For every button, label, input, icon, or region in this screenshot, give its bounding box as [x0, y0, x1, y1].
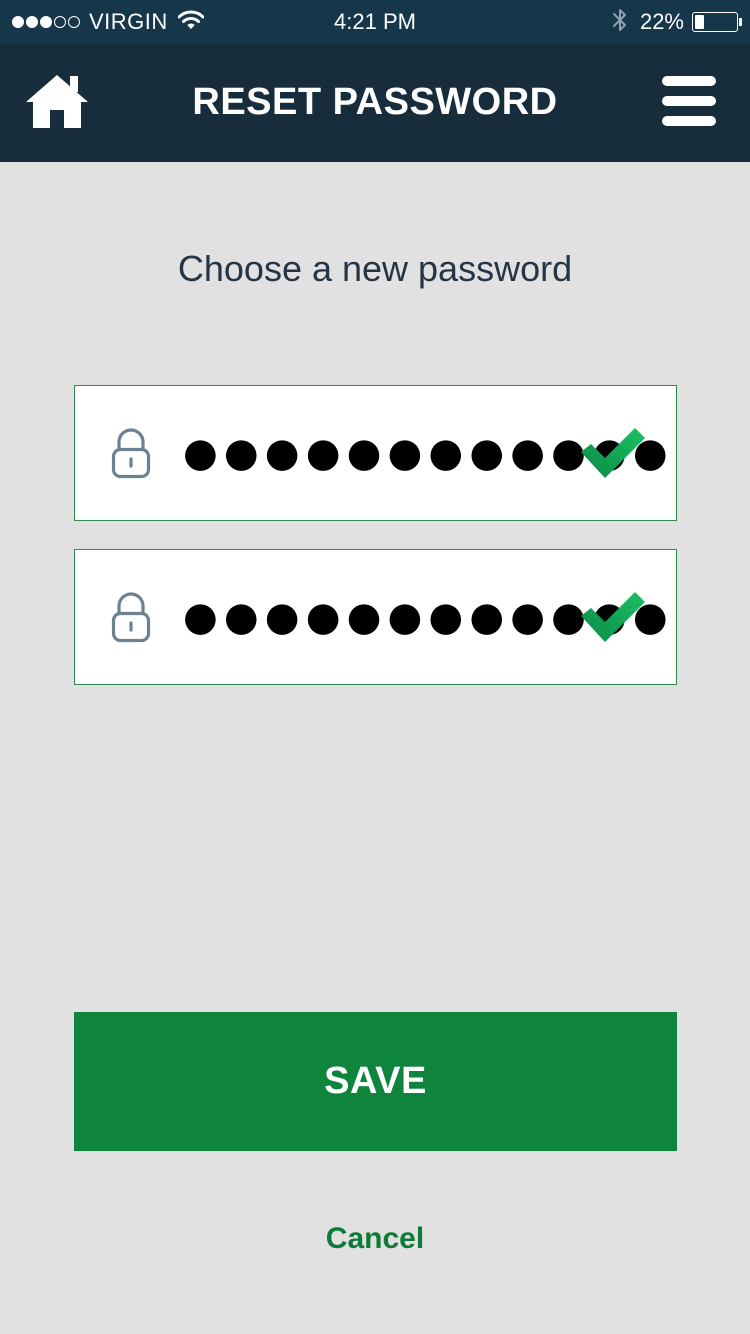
checkmark-icon — [577, 590, 647, 646]
checkmark-icon — [577, 426, 647, 482]
battery-icon — [692, 12, 742, 32]
form-prompt: Choose a new password — [177, 248, 573, 289]
cancel-link[interactable]: Cancel — [0, 1222, 750, 1256]
bluetooth-icon — [612, 7, 628, 38]
nav-bar: RESET PASSWORD — [0, 44, 750, 162]
confirm-password-field[interactable]: ●●●●●●●●●●●● — [74, 549, 677, 685]
new-password-field[interactable]: ●●●●●●●●●●●● — [74, 385, 677, 521]
status-right: 22% — [612, 0, 742, 44]
lock-icon — [111, 592, 151, 644]
battery-percent: 22% — [639, 9, 684, 34]
battery-level — [695, 15, 704, 29]
menu-button[interactable] — [660, 74, 718, 128]
save-button[interactable]: SAVE — [74, 1012, 677, 1151]
page-title: RESET PASSWORD — [192, 81, 558, 123]
lock-icon — [111, 428, 151, 480]
status-bar: VIRGIN 4:21 PM 22% — [0, 0, 750, 44]
